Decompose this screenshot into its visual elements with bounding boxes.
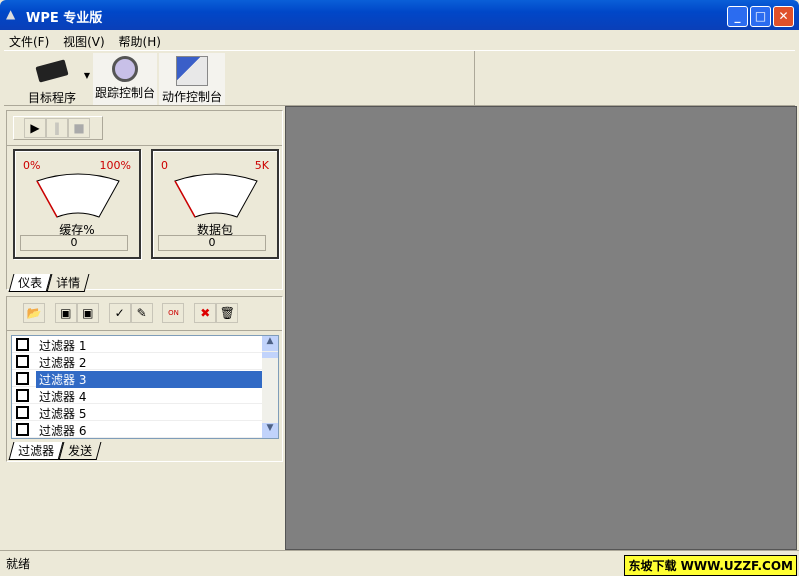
left-panel: ▶ ‖ ■ 0% 100% 缓存% 0 0 5K 数据包 0 仪表 详情 📂 ▣ ▣ ✓… bbox=[4, 106, 285, 550]
watermark: 东坡下载 WWW.UZZF.COM bbox=[624, 555, 797, 576]
tab-send[interactable]: 发送 bbox=[58, 442, 102, 460]
open-icon[interactable]: 📂 bbox=[23, 303, 45, 323]
save-icon[interactable]: ▣ bbox=[54, 303, 77, 323]
chip-icon bbox=[35, 59, 69, 83]
menu-bar: 文件(F) 视图(V) 帮助(H) bbox=[4, 30, 795, 50]
on-toggle-icon[interactable]: ON bbox=[162, 303, 185, 323]
action-console-button[interactable]: 动作控制台 bbox=[159, 53, 225, 105]
packets-dial bbox=[174, 173, 258, 218]
list-item[interactable]: 过滤器 5 bbox=[12, 404, 278, 421]
maximize-button[interactable]: □ bbox=[750, 6, 771, 27]
tab-label: 详情 bbox=[56, 276, 81, 290]
dropdown-arrow-icon[interactable]: ▼ bbox=[84, 71, 90, 80]
tab-details[interactable]: 详情 bbox=[46, 274, 90, 292]
filter-label: 过滤器 2 bbox=[39, 356, 87, 370]
gauge-max-label: 5K bbox=[254, 159, 269, 172]
gauge-min-label: 0 bbox=[161, 159, 168, 172]
window-title: WPE 专业版 bbox=[26, 11, 103, 26]
status-text: 就绪 bbox=[6, 557, 31, 571]
target-program-button[interactable]: 目标程序 ▼ bbox=[10, 53, 94, 105]
check-icon[interactable]: ✓ bbox=[108, 303, 131, 323]
trace-console-label: 跟踪控制台 bbox=[94, 86, 155, 100]
scrollbar[interactable]: ▲ ▼ bbox=[262, 336, 278, 438]
gauge-value: 0 bbox=[20, 235, 128, 251]
play-button[interactable]: ▶ bbox=[24, 118, 46, 138]
minimize-button[interactable]: _ bbox=[727, 6, 748, 27]
tab-filters[interactable]: 过滤器 bbox=[8, 442, 64, 460]
edit-pencil-icon[interactable]: ✎ bbox=[130, 303, 153, 323]
list-item[interactable]: 过滤器 2 bbox=[12, 353, 278, 370]
checkbox[interactable] bbox=[16, 389, 29, 402]
tab-label: 仪表 bbox=[18, 276, 43, 290]
delete-icon[interactable]: ✖ bbox=[194, 303, 217, 323]
close-button[interactable]: ✕ bbox=[773, 6, 794, 27]
target-program-label: 目标程序 bbox=[27, 91, 76, 105]
scroll-down-icon[interactable]: ▼ bbox=[262, 423, 278, 438]
filter-label: 过滤器 5 bbox=[39, 407, 87, 421]
packets-gauge: 0 5K 数据包 0 bbox=[151, 149, 279, 259]
gauge-value: 0 bbox=[158, 235, 266, 251]
checkbox[interactable] bbox=[16, 406, 29, 419]
app-icon: ▲ bbox=[6, 7, 16, 21]
filter-label: 过滤器 1 bbox=[39, 339, 87, 353]
trace-console-button[interactable]: 跟踪控制台 bbox=[93, 53, 157, 105]
scroll-up-icon[interactable]: ▲ bbox=[262, 336, 278, 351]
gauge-max-label: 100% bbox=[99, 159, 131, 172]
checkbox[interactable] bbox=[16, 338, 29, 351]
list-item[interactable]: 过滤器 4 bbox=[12, 387, 278, 404]
buffer-gauge: 0% 100% 缓存% 0 bbox=[13, 149, 141, 259]
filter-label: 过滤器 6 bbox=[39, 424, 87, 438]
tab-gauges[interactable]: 仪表 bbox=[8, 274, 52, 292]
trash-icon[interactable]: 🗑 bbox=[216, 303, 239, 323]
filter-label: 过滤器 4 bbox=[39, 390, 87, 404]
list-item[interactable]: 过滤器 3 bbox=[12, 370, 278, 388]
scroll-thumb[interactable] bbox=[262, 352, 278, 358]
filter-list: 过滤器 1 过滤器 2 过滤器 3 过滤器 4 过滤器 5 过滤器 6 ▲ ▼ bbox=[11, 335, 279, 439]
filter-panel: 📂 ▣ ▣ ✓ ✎ ON ✖ 🗑 过滤器 1 过滤器 2 过滤器 3 过滤器 4 过滤… bbox=[6, 296, 283, 462]
toolbar: 目标程序 ▼ 跟踪控制台 动作控制台 bbox=[4, 50, 795, 106]
buffer-dial bbox=[36, 173, 120, 218]
tab-label: 发送 bbox=[68, 444, 93, 458]
filter-label: 过滤器 3 bbox=[36, 371, 262, 388]
main-workspace bbox=[285, 106, 797, 550]
checkbox[interactable] bbox=[16, 355, 29, 368]
save-as-icon[interactable]: ▣ bbox=[76, 303, 99, 323]
stop-button[interactable]: ■ bbox=[68, 118, 90, 138]
title-bar: ▲ WPE 专业版 _ □ ✕ bbox=[0, 0, 799, 30]
checkbox[interactable] bbox=[16, 372, 29, 385]
pause-button[interactable]: ‖ bbox=[46, 118, 68, 138]
magnifier-icon bbox=[112, 56, 138, 82]
action-console-label: 动作控制台 bbox=[161, 90, 222, 104]
checkbox[interactable] bbox=[16, 423, 29, 436]
tab-label: 过滤器 bbox=[18, 444, 55, 458]
list-item[interactable]: 过滤器 6 bbox=[12, 421, 278, 438]
gauge-min-label: 0% bbox=[23, 159, 41, 172]
list-item[interactable]: 过滤器 1 bbox=[12, 336, 278, 353]
pencil-gear-icon bbox=[176, 56, 208, 86]
gauge-panel: ▶ ‖ ■ 0% 100% 缓存% 0 0 5K 数据包 0 仪表 详情 bbox=[6, 110, 283, 292]
